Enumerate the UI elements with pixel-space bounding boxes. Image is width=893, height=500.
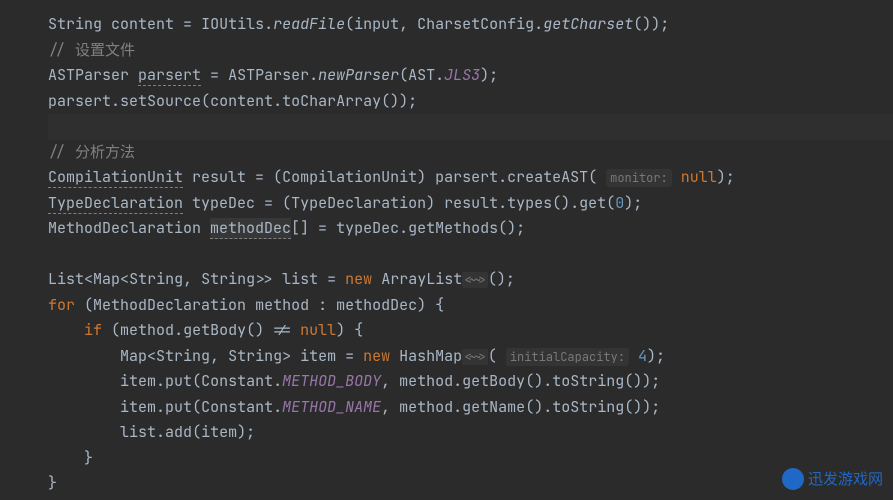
code-line: List<Map<String, String>> list = new Arr…	[48, 267, 893, 293]
code-line: parsert.setSource(content.toCharArray())…	[48, 89, 893, 115]
code-line: TypeDeclaration typeDec = (TypeDeclarati…	[48, 191, 893, 217]
code-line: if (method.getBody() != null) {	[48, 318, 893, 344]
code-line: item.put(Constant.METHOD_NAME, method.ge…	[48, 395, 893, 421]
code-line: }	[48, 471, 893, 497]
watermark-text: 迅发游戏网	[808, 467, 883, 493]
code-line: item.put(Constant.METHOD_BODY, method.ge…	[48, 369, 893, 395]
code-line: // 分析方法	[48, 140, 893, 166]
code-line: ASTParser parsert = ASTParser.newParser(…	[48, 63, 893, 89]
code-line: Map<String, String> item = new HashMap<~…	[48, 344, 893, 370]
code-editor[interactable]: String content = IOUtils.readFile(input,…	[0, 0, 893, 500]
code-line	[48, 242, 893, 268]
parameter-hint: initialCapacity:	[506, 348, 629, 366]
code-line: String content = IOUtils.readFile(input,…	[48, 12, 893, 38]
code-line: for (MethodDeclaration method : methodDe…	[48, 293, 893, 319]
cursor-line	[48, 114, 893, 140]
code-line: list.add(item);	[48, 420, 893, 446]
watermark-icon	[782, 468, 804, 490]
code-line: CompilationUnit result = (CompilationUni…	[48, 165, 893, 191]
code-line: // 设置文件	[48, 38, 893, 64]
code-line: }	[48, 446, 893, 472]
watermark: 迅发游戏网	[782, 467, 883, 493]
code-line: MethodDeclaration methodDec[] = typeDec.…	[48, 216, 893, 242]
parameter-hint: monitor:	[606, 169, 672, 187]
